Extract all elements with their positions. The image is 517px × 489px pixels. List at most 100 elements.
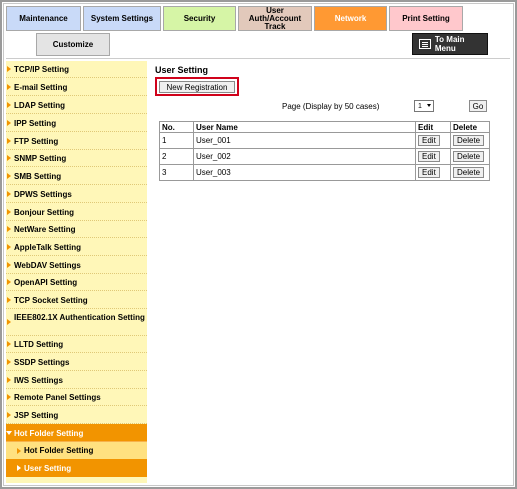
divider (6, 58, 510, 59)
sidebar-item-ssdp[interactable]: SSDP Settings (6, 353, 147, 371)
sidebar-item-label: IWS Settings (14, 376, 63, 385)
table-row: 3 User_003 Edit Delete (159, 164, 490, 181)
sidebar-item-label: Bonjour Setting (14, 208, 74, 217)
page-select[interactable]: 1 (414, 100, 434, 112)
sidebar-item-tcp-socket[interactable]: TCP Socket Setting (6, 291, 147, 309)
sidebar-item-appletalk[interactable]: AppleTalk Setting (6, 238, 147, 256)
sidebar-item-label: DPWS Settings (14, 190, 72, 199)
sidebar-item-ipp[interactable]: IPP Setting (6, 114, 147, 132)
row-user-name: User_001 (193, 132, 416, 149)
arrow-icon (7, 296, 11, 303)
sidebar-item-ftp[interactable]: FTP Setting (6, 132, 147, 150)
to-main-menu-button[interactable]: To Main Menu (412, 33, 488, 55)
sidebar-item-label: IPP Setting (14, 119, 57, 128)
arrow-icon (7, 101, 11, 108)
arrow-icon (7, 172, 11, 179)
sidebar-item-webdav[interactable]: WebDAV Settings (6, 256, 147, 274)
arrow-icon (7, 155, 11, 161)
page-title: User Setting (155, 65, 209, 75)
chevron-down-icon (427, 104, 431, 107)
sidebar-item-label: TCP Socket Setting (14, 296, 88, 305)
sidebar-subitem-user-setting[interactable]: User Setting (6, 459, 147, 477)
sidebar-item-netware[interactable]: NetWare Setting (6, 221, 147, 238)
arrow-icon (7, 319, 11, 325)
arrow-icon (7, 137, 11, 144)
arrow-icon (7, 208, 11, 215)
tab-user-auth[interactable]: User Auth/Account Track (238, 6, 312, 31)
table-header: No. User Name Edit Delete (159, 121, 490, 133)
arrow-icon (7, 261, 11, 268)
sidebar-item-ldap[interactable]: LDAP Setting (6, 96, 147, 114)
arrow-icon (7, 83, 11, 90)
to-main-menu-label: To Main Menu (434, 35, 465, 53)
sidebar-item-email[interactable]: E-mail Setting (6, 78, 147, 96)
sidebar-item-lltd[interactable]: LLTD Setting (6, 336, 147, 353)
sidebar-item-smb[interactable]: SMB Setting (6, 167, 147, 185)
arrow-icon (7, 66, 11, 72)
row-delete-cell: Delete (450, 164, 490, 181)
row-user-name: User_002 (193, 148, 416, 165)
arrow-icon (7, 226, 11, 232)
tab-maintenance[interactable]: Maintenance (6, 6, 81, 31)
delete-button[interactable]: Delete (453, 135, 485, 146)
sidebar-item-remote-panel[interactable]: Remote Panel Settings (6, 389, 147, 406)
expanded-arrow-icon (6, 430, 12, 435)
tab-print-setting[interactable]: Print Setting (389, 6, 463, 31)
sidebar-item-dpws[interactable]: DPWS Settings (6, 185, 147, 203)
row-delete-cell: Delete (450, 148, 490, 165)
sidebar-item-label: NetWare Setting (14, 225, 76, 234)
sidebar-item-jsp[interactable]: JSP Setting (6, 406, 147, 424)
delete-button[interactable]: Delete (453, 167, 485, 178)
sidebar-item-label: SNMP Setting (14, 154, 67, 163)
tab-customize[interactable]: Customize (36, 33, 110, 56)
edit-button[interactable]: Edit (418, 135, 440, 146)
sidebar-item-label: Remote Panel Settings (14, 393, 101, 402)
sidebar-item-bonjour[interactable]: Bonjour Setting (6, 203, 147, 221)
sidebar-item-label: SSDP Settings (14, 358, 70, 367)
row-no: 3 (159, 164, 194, 181)
row-edit-cell: Edit (415, 164, 451, 181)
row-no: 2 (159, 148, 194, 165)
arrow-icon (17, 447, 21, 454)
sidebar-item-label: E-mail Setting (14, 83, 68, 92)
edit-button[interactable]: Edit (418, 151, 440, 162)
table-row: 2 User_002 Edit Delete (159, 148, 490, 165)
arrow-icon (7, 190, 11, 197)
row-edit-cell: Edit (415, 132, 451, 149)
arrow-icon (7, 279, 11, 285)
arrow-icon (7, 243, 11, 250)
row-no: 1 (159, 132, 194, 149)
sidebar-item-snmp[interactable]: SNMP Setting (6, 150, 147, 167)
sidebar-item-hot-folder[interactable]: Hot Folder Setting (6, 424, 147, 442)
page-select-value: 1 (418, 102, 422, 110)
sidebar-subitem-hot-folder-setting[interactable]: Hot Folder Setting (6, 442, 147, 459)
arrow-icon (7, 119, 11, 126)
sidebar-item-openapi[interactable]: OpenAPI Setting (6, 274, 147, 291)
sidebar-item-label: FTP Setting (14, 137, 59, 146)
tab-network[interactable]: Network (314, 6, 387, 31)
sidebar-item-label: JSP Setting (14, 411, 59, 420)
sidebar-item-ieee8021x[interactable]: IEEE802.1X Authentication Setting (6, 309, 147, 336)
tab-system-settings[interactable]: System Settings (83, 6, 161, 31)
sidebar-item-label: WebDAV Settings (14, 261, 81, 270)
arrow-icon (17, 465, 21, 471)
sidebar-subitem-label: User Setting (24, 463, 72, 473)
go-button[interactable]: Go (469, 100, 487, 112)
sidebar-item-label: SMB Setting (14, 172, 62, 181)
header-delete: Delete (450, 121, 490, 133)
highlight-box: New Registration (155, 77, 239, 96)
sidebar-item-iws[interactable]: IWS Settings (6, 371, 147, 389)
arrow-icon (7, 394, 11, 400)
tab-security[interactable]: Security (163, 6, 236, 31)
page-label: Page (Display by 50 cases) (282, 102, 380, 111)
new-registration-button[interactable]: New Registration (159, 81, 235, 93)
delete-button[interactable]: Delete (453, 151, 485, 162)
row-user-name: User_003 (193, 164, 416, 181)
sidebar-item-label: IEEE802.1X Authentication Setting (14, 313, 145, 322)
sidebar-item-tcpip[interactable]: TCP/IP Setting (6, 61, 147, 78)
sidebar-item-label: TCP/IP Setting (14, 65, 69, 74)
sidebar: TCP/IP Setting E-mail Setting LDAP Setti… (6, 61, 147, 483)
edit-button[interactable]: Edit (418, 167, 440, 178)
sidebar-subitem-label: Hot Folder Setting (24, 446, 94, 455)
row-delete-cell: Delete (450, 132, 490, 149)
